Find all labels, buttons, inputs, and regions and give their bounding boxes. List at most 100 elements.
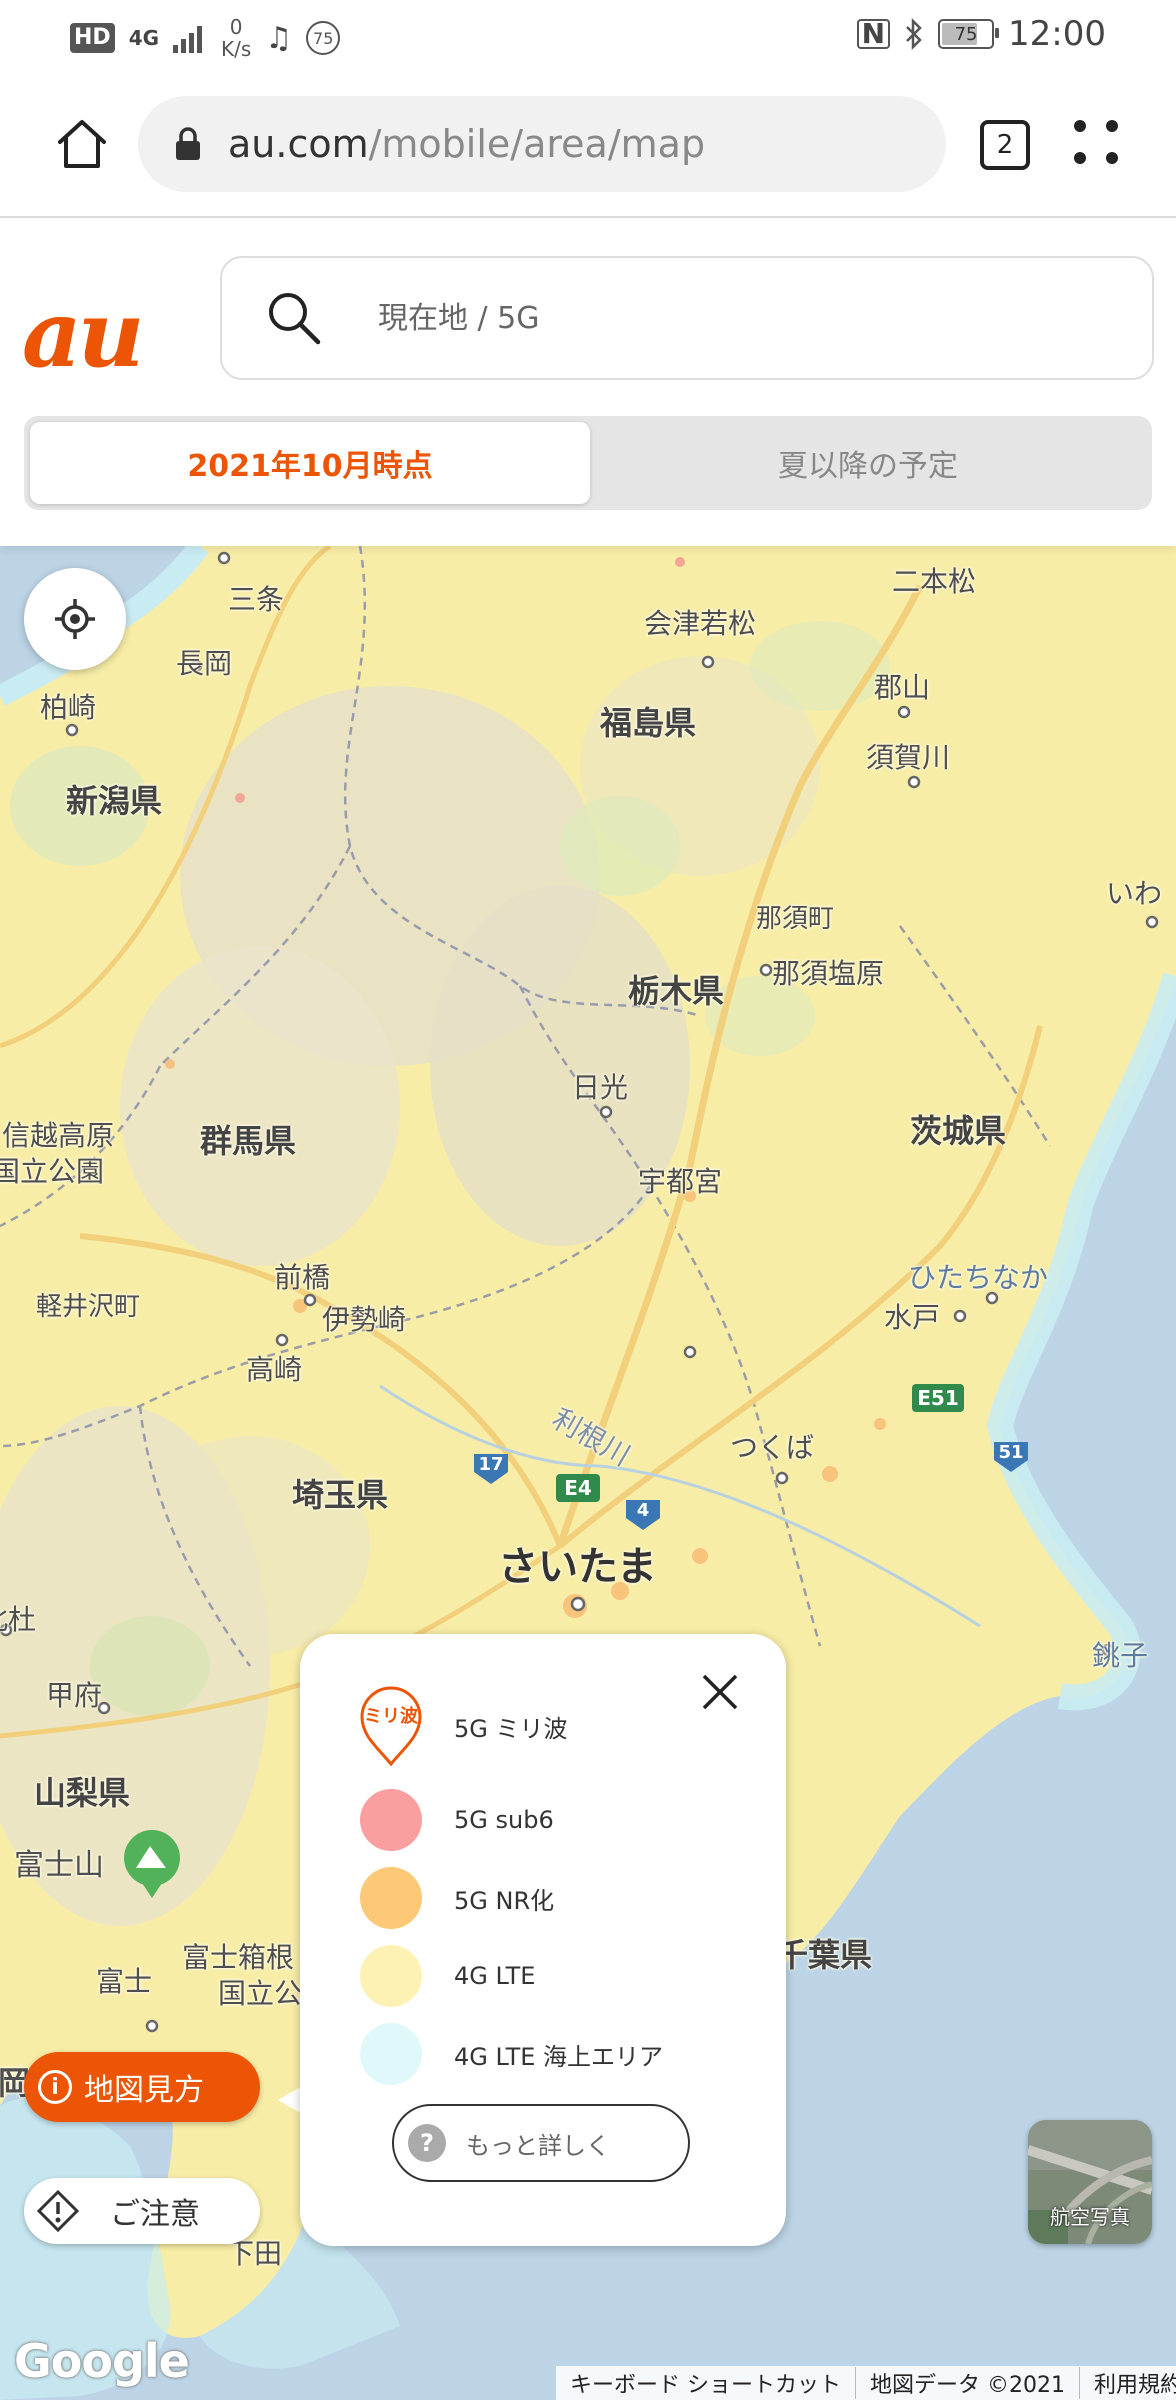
map-label: 三条 [228,583,285,616]
map-label: 北杜 [0,1603,37,1636]
clock: 12:00 [1008,14,1106,54]
keyboard-shortcuts-link[interactable]: キーボード ショートカット [556,2367,855,2399]
map-label: 柏崎 [40,691,97,724]
map-label: 富士 [96,1965,153,1998]
url-path: /mobile/area/map [368,122,706,166]
battery-icon: 75 [938,19,1000,49]
map-label: 郡山 [874,671,931,704]
browser-toolbar: au.com/mobile/area/map 2 [0,76,1176,218]
music-icon: ♫ [265,20,293,56]
map-label: 那須町 [756,904,835,934]
map-label: 那須塩原 [772,957,885,990]
url-host: au.com [228,122,369,166]
legend-item-5g-mmwave: ミリ波 5G ミリ波 [360,1686,760,1766]
map-label: 栃木県 [628,972,725,1010]
mmwave-badge-text: ミリ波 [364,1706,418,1727]
map-label: 日光 [572,1071,629,1104]
info-icon: i [38,2070,72,2104]
nfc-icon: N [856,19,891,49]
map-label: 山梨県 [34,1774,131,1812]
legend-swatch [360,1945,422,2007]
map-label: 埼玉県 [292,1476,389,1514]
search-box[interactable] [220,256,1154,380]
site-header: au 2021年10月時点 夏以降の予定 [0,218,1176,546]
map-label: 富士箱根 [182,1941,295,1974]
coverage-map[interactable]: E51 E4 51 17 4 三条 二本松 会津若松 長岡 郡山 柏崎 福島県 … [0,546,1176,2400]
legend-panel: ミリ波 5G ミリ波 5G sub6 5G NR化 4G LTE 4G LTE … [300,1634,786,2246]
crosshair-icon [55,599,95,639]
aerial-photo-label: 航空写真 [1050,2205,1130,2229]
my-location-button[interactable] [24,568,126,670]
speed-value: 0 [229,15,243,39]
tab-future[interactable]: 夏以降の予定 [590,422,1146,504]
legend-item-4g-lte: 4G LTE [360,1944,760,2008]
map-label: 長岡 [176,647,233,680]
legend-label: 5G NR化 [454,1886,555,1915]
map-label: 国立公 [218,1977,303,2010]
map-label: いわ [1106,877,1163,910]
question-icon: ? [408,2124,446,2162]
route-4: 4 [636,1500,650,1521]
signal-icon [173,26,203,53]
status-bar: HD 4G 0 K/s ♫ 75 N 75 12:00 [0,0,1176,76]
network-label: 4G [128,26,160,50]
legend-swatch [360,1789,422,1851]
map-label: 須賀川 [866,741,951,774]
legend-label: 4G LTE 海上エリア [454,2042,664,2071]
legend-item-5g-sub6: 5G sub6 [360,1788,760,1852]
caution-button[interactable]: ご注意 [24,2178,260,2244]
map-data-credit: 地図データ ©2021 [855,2367,1079,2399]
period-toggle: 2021年10月時点 夏以降の予定 [24,416,1152,510]
url-text: au.com/mobile/area/map [228,122,705,166]
tab-current[interactable]: 2021年10月時点 [30,422,590,504]
legend-label: 5G sub6 [454,1806,554,1834]
more-details-button[interactable]: ? もっと詳しく [392,2104,690,2182]
map-label: ひたちなか [908,1261,1049,1294]
map-label: つくば [730,1431,815,1464]
map-label: 甲府 [46,1679,103,1712]
legend-item-5g-nr: 5G NR化 [360,1866,760,1930]
search-input[interactable] [376,299,980,337]
map-label: 高崎 [246,1353,303,1386]
map-label: 群馬県 [200,1122,297,1160]
legend-label: 5G ミリ波 [454,1714,568,1743]
status-right: N 75 12:00 [856,14,1106,54]
aerial-photo-toggle[interactable]: 航空写真 [1028,2120,1152,2244]
search-icon [269,293,321,345]
map-label: 新潟県 [66,782,163,820]
map-label: 軽井沢町 [36,1292,141,1322]
tab-switcher-button[interactable]: 2 [980,120,1030,170]
map-label: 伊勢崎 [322,1303,407,1336]
map-label: 宇都宮 [638,1165,723,1198]
map-label: 福島県 [600,704,697,742]
legend-swatch [360,2023,422,2085]
speed-unit: K/s [221,37,252,61]
battery-level: 75 [954,23,978,45]
map-label: 富士山 [14,1848,104,1883]
bluetooth-icon [906,18,922,50]
map-guide-button[interactable]: i 地図見方 [24,2052,260,2122]
status-left: HD 4G 0 K/s ♫ 75 [70,15,341,61]
map-label: 信越高原 [2,1119,115,1152]
map-label: 前橋 [274,1261,331,1294]
map-label: 茨城県 [910,1112,1007,1150]
map-label: 国立公園 [0,1155,105,1188]
route-17: 17 [478,1454,504,1475]
map-attribution: キーボード ショートカット 地図データ ©2021 利用規約 [556,2366,1176,2400]
map-label: 二本松 [892,565,977,598]
map-label: 銚子 [1092,1639,1149,1672]
legend-item-4g-lte-sea: 4G LTE 海上エリア [360,2022,760,2086]
terms-link[interactable]: 利用規約 [1078,2367,1176,2399]
map-label: 会津若松 [644,607,757,640]
map-label: 水戸 [884,1301,941,1334]
au-logo[interactable]: au [22,280,144,388]
more-details-label: もっと詳しく [466,2131,610,2160]
route-51: 51 [998,1442,1024,1463]
address-bar[interactable]: au.com/mobile/area/map [138,96,946,192]
warning-icon [36,2189,80,2233]
menu-icon[interactable] [1072,118,1120,166]
hd-icon: HD [70,23,115,53]
home-icon[interactable] [52,114,112,174]
mmwave-badge-icon: ミリ波 [360,1686,422,1766]
map-label: 千葉県 [776,1936,873,1974]
